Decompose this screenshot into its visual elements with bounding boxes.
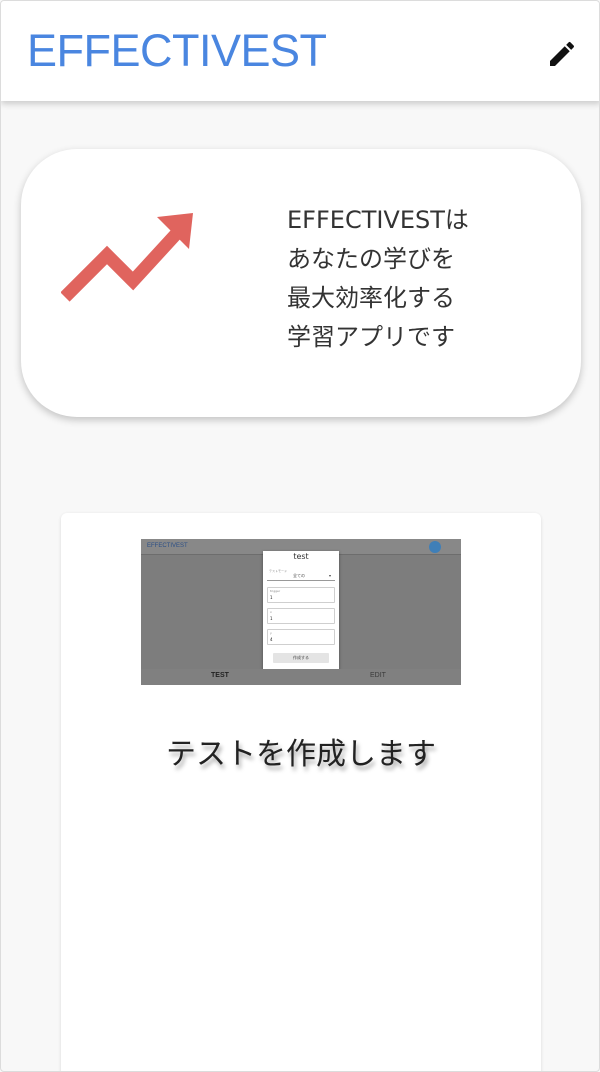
preview-field-value: 1 xyxy=(270,595,273,600)
preview-tab-edit: EDIT xyxy=(370,672,386,679)
preview-tab-test: TEST xyxy=(211,672,229,679)
intro-line: 学習アプリです xyxy=(287,323,455,351)
app-title: EFFECTIVEST xyxy=(27,25,327,76)
feature-card: EFFECTIVEST test テストモード 全ての ▾ trigger 1 … xyxy=(61,513,541,1071)
preview-select: テストモード 全ての ▾ xyxy=(267,569,335,581)
intro-card: EFFECTIVESTは あなたの学びを 最大効率化する 学習アプリです xyxy=(21,149,581,417)
preview-field-label: x xyxy=(270,610,272,614)
preview-fab-icon xyxy=(429,541,441,553)
preview-field: y 4 xyxy=(267,629,335,645)
preview-tabs: TEST EDIT xyxy=(141,669,461,685)
edit-button[interactable] xyxy=(539,31,585,77)
app-screen: EFFECTIVEST EFFECTIVESTは あなたの学びを 最大効率化する… xyxy=(0,0,600,1072)
trending-up-arrow-icon xyxy=(61,213,193,302)
preview-field: x 1 xyxy=(267,608,335,624)
chevron-down-icon: ▾ xyxy=(329,573,332,578)
preview-field-value: 4 xyxy=(270,637,273,642)
feature-caption: テストを作成します xyxy=(166,737,436,772)
preview-submit-button: 作成する xyxy=(273,653,329,663)
intro-line: 最大効率化する xyxy=(287,284,455,312)
intro-text: EFFECTIVESTは あなたの学びを 最大効率化する 学習アプリです xyxy=(287,201,469,357)
preview-field: trigger 1 xyxy=(267,587,335,603)
screenshot-preview: EFFECTIVEST test テストモード 全ての ▾ trigger 1 … xyxy=(141,539,461,685)
preview-brand: EFFECTIVEST xyxy=(147,543,188,549)
preview-field-label: y xyxy=(270,631,272,635)
intro-line: EFFECTIVESTは xyxy=(287,206,469,234)
preview-field-label: trigger xyxy=(270,589,281,593)
preview-dialog: test テストモード 全ての ▾ trigger 1 x 1 y 4 作成する xyxy=(263,551,339,677)
preview-select-value: 全ての xyxy=(293,573,305,578)
pencil-icon xyxy=(550,41,575,66)
intro-line: あなたの学びを xyxy=(287,245,455,273)
preview-dialog-title: test xyxy=(293,552,309,561)
preview-field-value: 1 xyxy=(270,616,273,621)
preview-select-label: テストモード xyxy=(269,569,288,573)
app-bar: EFFECTIVEST xyxy=(1,1,599,101)
